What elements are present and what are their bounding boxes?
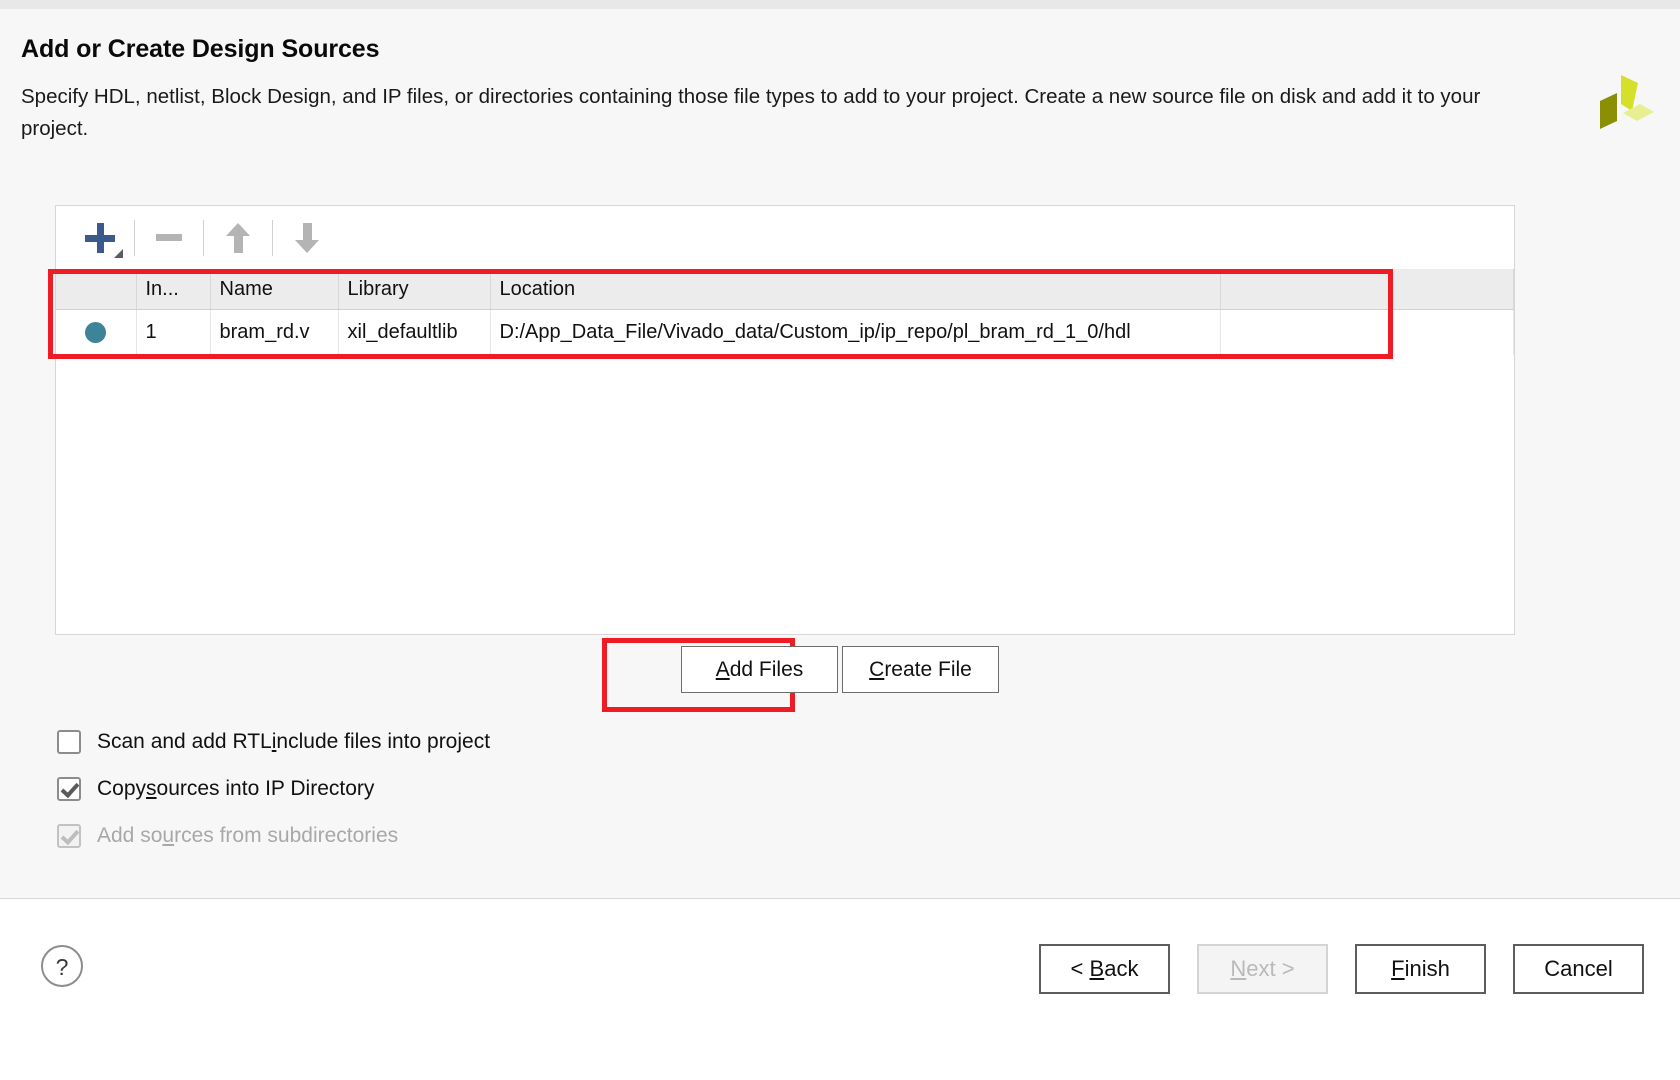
option-label-suffix: rces from subdirectories bbox=[174, 823, 399, 847]
back-prefix: < bbox=[1070, 956, 1090, 981]
help-button[interactable]: ? bbox=[41, 945, 83, 987]
toolbar-divider bbox=[134, 219, 135, 256]
row-index: 1 bbox=[136, 309, 211, 355]
next-button: Next > bbox=[1197, 944, 1328, 994]
back-button[interactable]: < Back bbox=[1039, 944, 1170, 994]
add-files-button[interactable]: Add Files bbox=[681, 646, 838, 693]
dialog-header: Add or Create Design Sources Specify HDL… bbox=[0, 9, 1680, 177]
option-label-mnemonic: u bbox=[162, 823, 175, 847]
next-mnemonic: N bbox=[1230, 956, 1247, 981]
option-label-suffix: nclude files into project bbox=[276, 729, 491, 753]
move-down-button[interactable] bbox=[281, 215, 333, 261]
table-row[interactable]: 1 bram_rd.v xil_defaultlib D:/App_Data_F… bbox=[56, 309, 1514, 355]
plus-icon bbox=[85, 222, 115, 253]
option-scan-rtl-include[interactable]: Scan and add RTL i nclude files into proj… bbox=[57, 718, 490, 765]
add-create-design-sources-dialog: Add or Create Design Sources Specify HDL… bbox=[0, 0, 1680, 1080]
page-title: Add or Create Design Sources bbox=[21, 35, 380, 63]
checkbox-scan-rtl-include[interactable] bbox=[57, 729, 81, 754]
filled-circle-icon bbox=[85, 322, 107, 343]
option-copy-sources[interactable]: Copy s ources into IP Directory bbox=[57, 765, 490, 812]
row-location: D:/App_Data_File/Vivado_data/Custom_ip/i… bbox=[490, 309, 1221, 355]
toolbar-divider bbox=[203, 219, 204, 256]
option-label-prefix: Add so bbox=[97, 823, 163, 847]
design-sources-table: In... Name Library Location 1 bram_rd.v … bbox=[56, 269, 1514, 355]
finish-label: inish bbox=[1404, 956, 1450, 981]
column-header-status[interactable] bbox=[56, 269, 137, 310]
back-label: ack bbox=[1104, 956, 1139, 981]
option-label-suffix: ources into IP Directory bbox=[156, 776, 375, 800]
sources-panel: In... Name Library Location 1 bram_rd.v … bbox=[55, 205, 1515, 635]
row-library: xil_defaultlib bbox=[338, 309, 491, 355]
move-up-button[interactable] bbox=[212, 215, 264, 261]
checkbox-copy-sources[interactable] bbox=[57, 776, 81, 801]
next-label: ext > bbox=[1246, 956, 1295, 981]
column-header-library[interactable]: Library bbox=[338, 269, 491, 310]
wizard-navigation-buttons: < Back Next > Finish Cancel bbox=[1039, 944, 1644, 994]
cancel-button[interactable]: Cancel bbox=[1513, 944, 1644, 994]
page-description: Specify HDL, netlist, Block Design, and … bbox=[21, 85, 1481, 140]
add-sources-button[interactable] bbox=[74, 215, 126, 261]
cancel-label: Cancel bbox=[1544, 956, 1613, 981]
option-label-mnemonic: s bbox=[146, 776, 157, 800]
option-label-prefix: Scan and add RTL bbox=[97, 729, 272, 753]
checkbox-add-subdirectories bbox=[57, 823, 81, 848]
add-files-mnemonic: A bbox=[715, 657, 730, 681]
table-header-row: In... Name Library Location bbox=[56, 269, 1514, 310]
caret-down-icon bbox=[114, 248, 123, 258]
dialog-footer: ? < Back Next > Finish Cancel bbox=[0, 899, 1680, 1080]
minus-icon bbox=[156, 234, 182, 241]
row-status-cell bbox=[56, 309, 137, 355]
back-mnemonic: B bbox=[1089, 956, 1105, 981]
column-header-spacer bbox=[1220, 269, 1514, 310]
source-action-buttons: Add Files Create File bbox=[0, 646, 1680, 693]
create-file-mnemonic: C bbox=[869, 657, 885, 681]
option-add-subdirectories: Add so u rces from subdirectories bbox=[57, 812, 490, 859]
finish-mnemonic: F bbox=[1391, 956, 1405, 981]
toolbar-divider bbox=[272, 219, 273, 256]
row-name: bram_rd.v bbox=[210, 309, 339, 355]
column-header-location[interactable]: Location bbox=[490, 269, 1221, 310]
remove-sources-button[interactable] bbox=[143, 215, 195, 261]
option-label-prefix: Copy bbox=[97, 776, 147, 800]
add-files-label: dd Files bbox=[729, 657, 804, 681]
sources-toolbar bbox=[56, 206, 1514, 269]
create-file-button[interactable]: Create File bbox=[842, 646, 999, 693]
row-spacer bbox=[1220, 309, 1514, 355]
column-header-name[interactable]: Name bbox=[210, 269, 339, 310]
arrow-up-icon bbox=[226, 222, 250, 253]
xilinx-logo-icon bbox=[1600, 75, 1654, 129]
window-top-strip bbox=[0, 0, 1680, 9]
create-file-label: reate File bbox=[884, 657, 972, 681]
options-group: Scan and add RTL i nclude files into proj… bbox=[57, 718, 490, 859]
finish-button[interactable]: Finish bbox=[1355, 944, 1486, 994]
arrow-down-icon bbox=[295, 222, 319, 253]
column-header-index[interactable]: In... bbox=[136, 269, 211, 310]
